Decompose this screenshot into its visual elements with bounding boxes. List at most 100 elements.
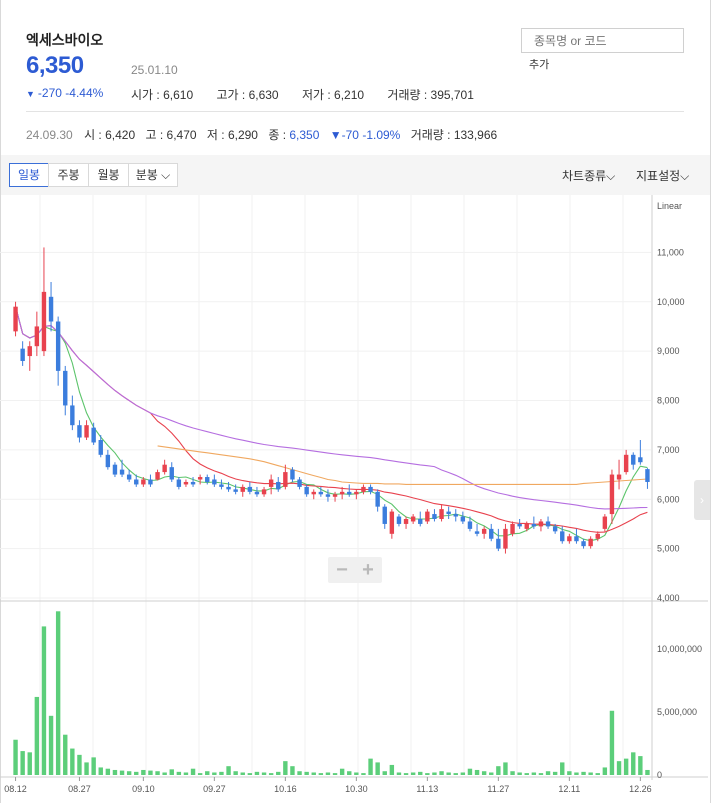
candle-body — [254, 491, 260, 495]
date-tick-label: 08.27 — [68, 784, 91, 794]
candle-body — [311, 491, 316, 495]
hover-date: 24.09.30 — [26, 128, 73, 142]
candle-body — [581, 541, 586, 547]
candle-body — [190, 481, 196, 485]
volume-bar — [290, 766, 295, 775]
indicator-settings-dropdown[interactable]: 지표설정⌵ — [636, 167, 689, 184]
volume-bar — [638, 756, 643, 775]
candle-body — [453, 514, 458, 517]
zoom-controls: − + — [328, 557, 382, 583]
volume-bar — [425, 773, 430, 775]
volume-bar — [91, 757, 96, 775]
volume-bar — [134, 771, 139, 775]
volume-bar — [297, 771, 302, 775]
volume-bar — [531, 772, 537, 775]
volume-bar — [332, 773, 338, 775]
volume-bar — [446, 772, 451, 775]
candle-body — [432, 514, 437, 519]
scale-label: Linear — [657, 201, 682, 211]
volume-bar — [205, 771, 210, 775]
candle-body — [332, 494, 338, 497]
candle-body — [290, 469, 295, 480]
candle-body — [382, 506, 387, 524]
candle-body — [276, 481, 281, 490]
candle-body — [77, 425, 82, 438]
candle-body — [304, 486, 309, 495]
chart-type-dropdown[interactable]: 차트종류⌵ — [562, 167, 615, 184]
candle-body — [631, 454, 636, 465]
candle-body — [446, 511, 451, 515]
chevron-down-icon: ⌵ — [606, 169, 616, 183]
change-amount: -270 — [37, 86, 62, 100]
candle-body — [70, 405, 75, 426]
candle-body — [460, 516, 466, 522]
volume-bar — [318, 773, 324, 775]
volume-bar — [403, 773, 409, 775]
volume-bar — [574, 772, 579, 775]
volume-bar — [34, 696, 40, 775]
candle-body — [119, 469, 125, 475]
volume-bar — [595, 773, 600, 775]
volume-bar — [70, 748, 75, 775]
candle-body — [183, 481, 189, 485]
volume-bar — [489, 772, 494, 775]
candle-body — [84, 425, 89, 438]
candle-body — [126, 474, 132, 480]
price-tick-label: 10,000 — [657, 297, 685, 307]
candle-body — [567, 536, 572, 542]
volume-bar — [63, 734, 68, 775]
price-tick-label: 8,000 — [657, 396, 680, 406]
candle-body — [339, 491, 345, 495]
volume-bar — [197, 773, 203, 775]
volume-bar — [27, 752, 32, 775]
quote-date: 25.01.10 — [131, 63, 178, 77]
zoom-out-button[interactable]: − — [331, 560, 353, 580]
candle-body — [403, 519, 409, 524]
tab-daily[interactable]: 일봉 — [9, 163, 49, 187]
stock-search-input[interactable] — [521, 28, 684, 53]
candle-body — [226, 486, 231, 490]
tab-weekly[interactable]: 주봉 — [48, 163, 89, 187]
candle-body — [602, 516, 608, 529]
volume-bar — [517, 772, 522, 775]
volume-bar — [219, 771, 224, 775]
volume-bar — [55, 611, 61, 775]
chevron-down-icon: ⌵ — [680, 169, 690, 183]
candle-body — [574, 536, 579, 542]
change-percent: -4.44% — [65, 86, 104, 100]
candle-body — [155, 472, 160, 480]
candlestick-chart[interactable]: Linear 4,000 5,000 6,000 7,000 8,000 9,000 10,0… — [0, 195, 712, 803]
tab-monthly[interactable]: 월봉 — [88, 163, 129, 187]
volume-bar — [602, 767, 608, 775]
volume-tick-label: 10,000,000 — [657, 644, 702, 654]
volume-bar — [510, 771, 515, 775]
price-change: ▼ -270 -4.44% — [26, 86, 103, 100]
volume-bar — [84, 762, 89, 775]
tab-minute[interactable]: 분봉 ⌵ — [128, 163, 178, 187]
volume-bar — [545, 771, 551, 775]
volume-bar — [616, 761, 622, 775]
candle-body — [13, 306, 18, 332]
volume-bar — [588, 772, 593, 775]
date-tick-label: 10.30 — [345, 784, 368, 794]
volume-bar — [169, 769, 174, 775]
chevron-right-icon[interactable]: › — [694, 480, 710, 520]
date-tick-label: 09.10 — [132, 784, 155, 794]
date-tick-label: 10.16 — [274, 784, 297, 794]
candle-body — [268, 479, 274, 487]
candle-body — [247, 486, 253, 492]
candle-body — [489, 528, 494, 539]
header-divider — [26, 111, 684, 112]
candle-body — [552, 526, 558, 532]
add-compare-link[interactable]: 추가 — [529, 56, 549, 72]
candle-body — [425, 511, 430, 522]
open-price: 시가 : 6,610 — [131, 88, 194, 102]
chart-toolbar: 일봉 주봉 월봉 분봉 ⌵ 차트종류⌵ 지표설정⌵ — [1, 155, 710, 195]
zoom-in-button[interactable]: + — [357, 560, 379, 580]
volume-bar — [190, 768, 196, 775]
volume-bar — [645, 769, 650, 775]
volume-bar — [240, 772, 245, 775]
price-tick-label: 4,000 — [657, 593, 680, 603]
candle-body — [588, 538, 593, 547]
ma-line-ma5 — [15, 306, 648, 542]
